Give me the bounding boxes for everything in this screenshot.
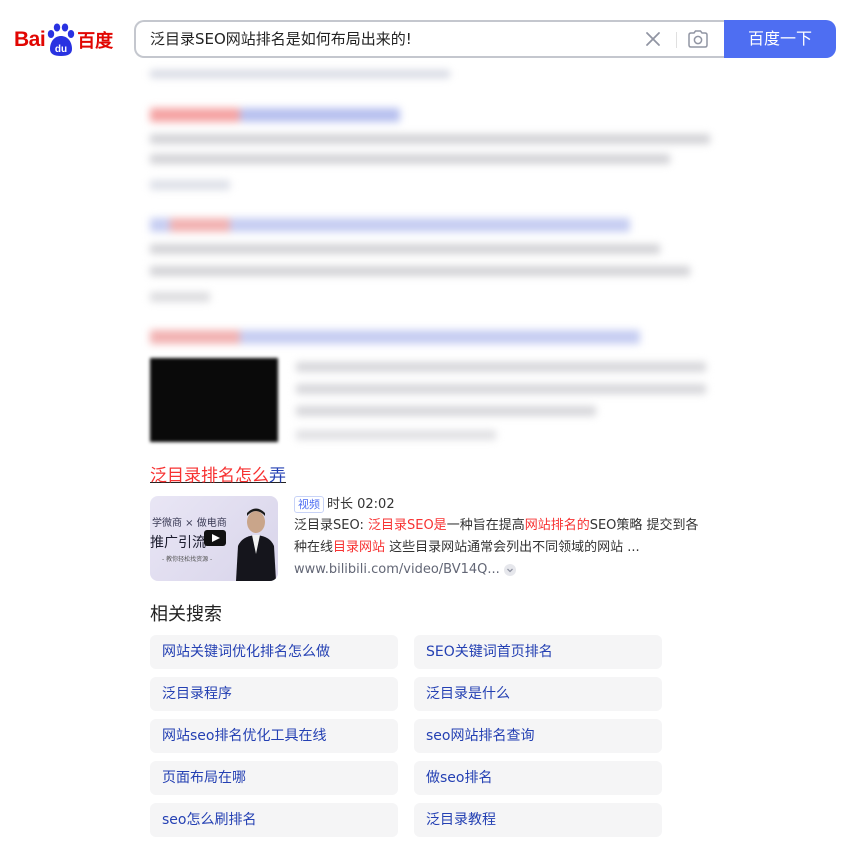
related-search-item[interactable]: 页面布局在哪 (150, 761, 398, 795)
related-search-item[interactable]: 网站关键词优化排名怎么做 (150, 635, 398, 669)
desc-part: 泛目录SEO: (294, 518, 368, 533)
related-searches-title: 相关搜索 (150, 604, 222, 625)
thumbnail-caption-3: - 教你轻松找资源 - (162, 556, 213, 563)
desc-highlight: 泛目录SEO是 (367, 518, 447, 533)
result-source[interactable]: www.bilibili.com/video/BV14Q... (294, 561, 516, 579)
blurred-thumbnail (150, 358, 278, 442)
related-search-item[interactable]: 网站seo排名优化工具在线 (150, 719, 398, 753)
related-search-item[interactable]: 做seo排名 (414, 761, 662, 795)
thumbnail-caption-2: 推广引流 (150, 535, 206, 551)
source-url: www.bilibili.com/video/BV14Q... (294, 562, 500, 577)
related-search-item[interactable]: seo网站排名查询 (414, 719, 662, 753)
thumbnail-caption-1: 学微商 × 做电商 (152, 518, 227, 529)
desc-part: 这些目录网站通常会列出不同领域的网站 ... (385, 540, 640, 555)
result-title-link[interactable]: 泛目录排名怎么弄 (150, 464, 286, 488)
video-badge: 视频 (294, 496, 324, 513)
result-description: 泛目录SEO: 泛目录SEO是一种旨在提高网站排名的SEO策略 提交到各种在线目… (294, 515, 710, 559)
result-title-highlight: 泛目录排名怎么 (150, 466, 269, 486)
desc-part: 一种旨在提高 (446, 518, 525, 533)
chevron-down-icon[interactable] (503, 564, 516, 576)
play-icon (204, 530, 226, 546)
video-duration: 时长 02:02 (327, 497, 395, 512)
video-meta: 视频 时长 02:02 (294, 496, 395, 514)
desc-highlight: 网站排名的 (524, 518, 590, 533)
related-search-item[interactable]: 泛目录教程 (414, 803, 662, 837)
video-thumbnail[interactable]: 学微商 × 做电商 推广引流 - 教你轻松找资源 - (150, 496, 278, 581)
result-title-rest: 弄 (269, 466, 286, 486)
presenter-image (234, 504, 278, 581)
desc-highlight: 目录网站 (333, 540, 386, 555)
related-search-item[interactable]: 泛目录程序 (150, 677, 398, 711)
blurred-results (0, 0, 852, 450)
related-search-item[interactable]: seo怎么刷排名 (150, 803, 398, 837)
related-search-item[interactable]: 泛目录是什么 (414, 677, 662, 711)
related-search-item[interactable]: SEO关键词首页排名 (414, 635, 662, 669)
